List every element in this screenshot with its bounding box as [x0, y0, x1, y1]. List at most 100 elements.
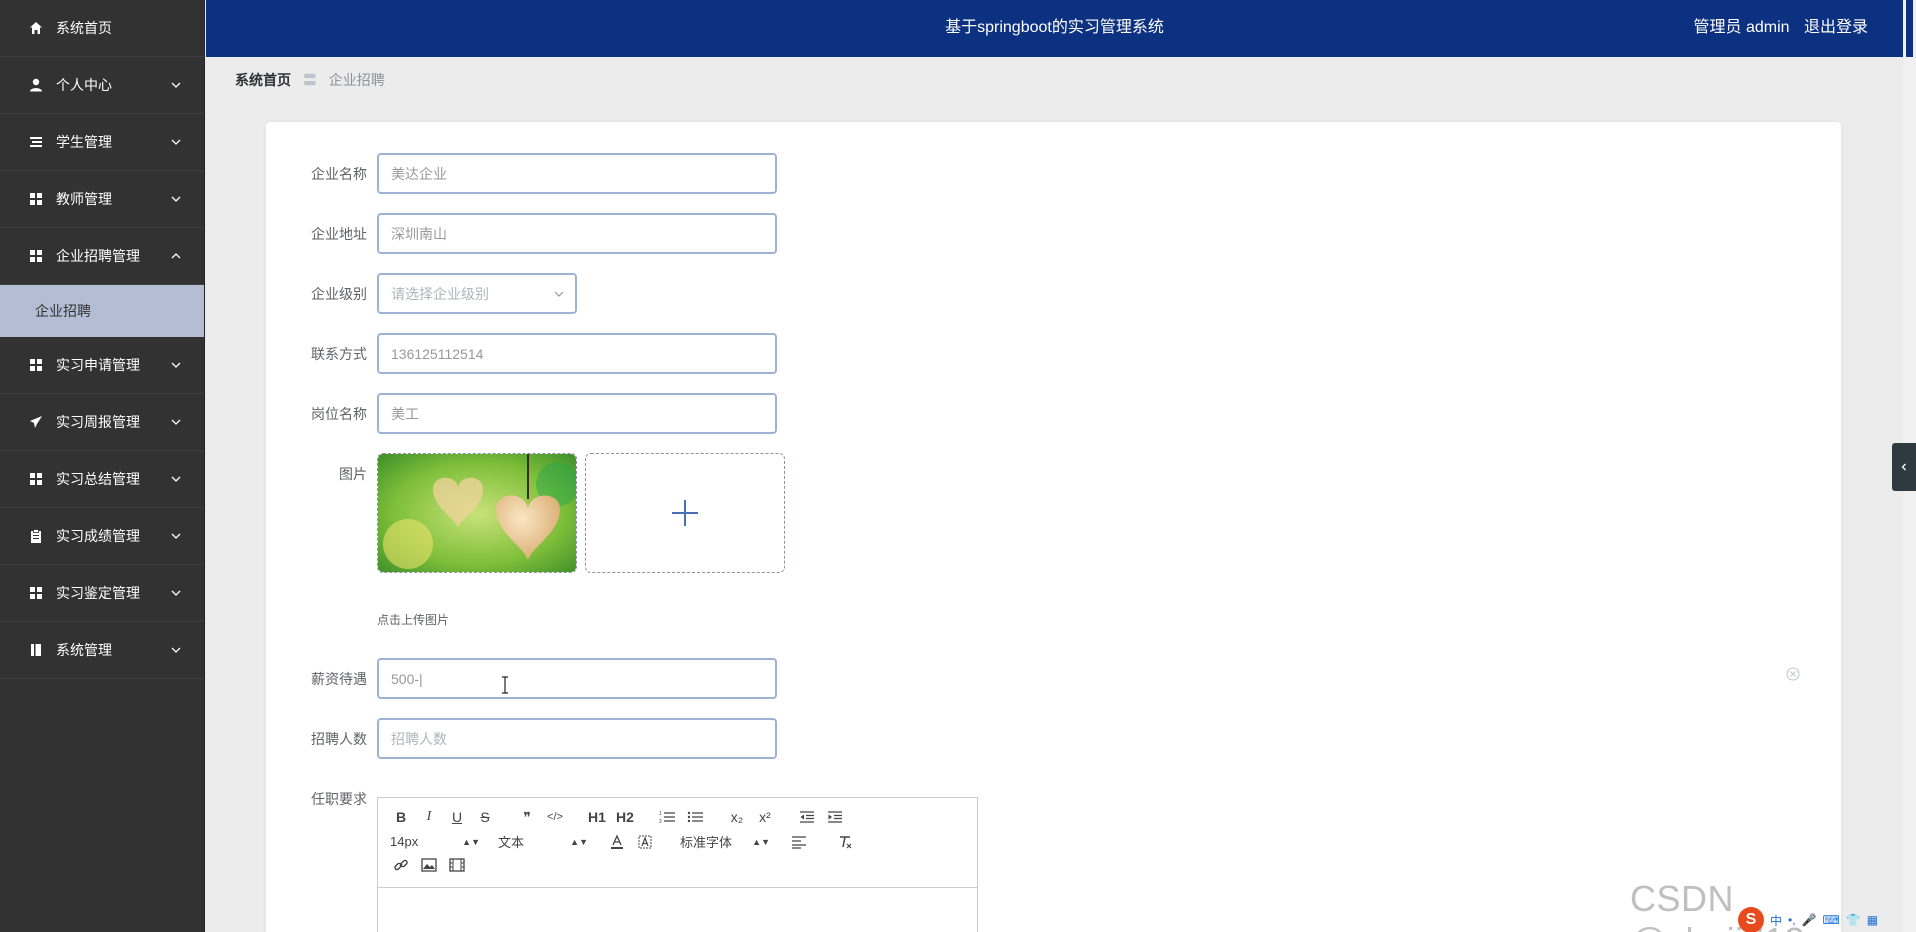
sidebar-item-summary[interactable]: 实习总结管理 [0, 451, 204, 508]
superscript-button[interactable]: x² [754, 808, 776, 826]
bullet-list-button[interactable] [684, 808, 706, 826]
ime-mode-chinese[interactable]: 中 [1770, 912, 1782, 929]
book-icon [28, 642, 44, 658]
underline-button[interactable]: U [446, 808, 468, 826]
h1-button[interactable]: H1 [586, 808, 608, 826]
chevron-down-icon [171, 196, 181, 202]
sidebar-item-recruitment[interactable]: 企业招聘管理 [0, 228, 204, 285]
bold-button[interactable]: B [390, 808, 412, 826]
sidebar-item-grades[interactable]: 实习成绩管理 [0, 508, 204, 565]
company-address-input[interactable]: 深圳南山 [377, 213, 777, 254]
sidebar-item-weekly-report[interactable]: 实习周报管理 [0, 394, 204, 451]
microphone-icon[interactable]: 🎤 [1802, 913, 1817, 927]
bullet-list-icon [687, 811, 703, 823]
sidebar-item-personal[interactable]: 个人中心 [0, 57, 204, 114]
position-input[interactable]: 美工 [377, 393, 777, 434]
app-title: 基于springboot的实习管理系统 [945, 19, 1164, 36]
user-area: 管理员 admin 退出登录 [1684, 0, 1869, 57]
sidebar-item-students[interactable]: 学生管理 [0, 114, 204, 171]
align-button[interactable] [788, 833, 810, 851]
rich-text-editor[interactable]: B I U S ❞ </> H1 H2 12 x₂ x² 14px ▲▼ 文本 … [377, 797, 978, 932]
image-label: 图片 [339, 466, 367, 482]
indent-button[interactable] [824, 808, 846, 826]
logout-link[interactable]: 退出登录 [1804, 19, 1868, 36]
link-icon [394, 859, 408, 871]
sidebar-subitem-recruitment[interactable]: 企业招聘 [0, 285, 204, 337]
company-name-input[interactable]: 美达企业 [377, 153, 777, 194]
h2-button[interactable]: H2 [614, 808, 636, 826]
sidebar: 系统首页 个人中心 学生管理 教师管理 企业招聘管理 企业招聘 实习申请管理 实… [0, 0, 205, 932]
font-color-button[interactable] [606, 833, 628, 851]
contact-input[interactable]: 136125112514 [377, 333, 777, 374]
chevron-down-icon [171, 419, 181, 425]
uploaded-image[interactable] [377, 453, 577, 573]
grid-icon [28, 191, 44, 207]
headcount-input[interactable]: 招聘人数 [377, 718, 777, 759]
clear-format-button[interactable] [834, 833, 856, 851]
sidebar-subitem-label: 企业招聘 [35, 303, 91, 319]
video-button[interactable] [446, 856, 468, 874]
breadcrumb-home[interactable]: 系统首页 [235, 72, 291, 88]
headcount-label: 招聘人数 [311, 731, 367, 747]
image-button[interactable] [418, 856, 440, 874]
svg-text:1: 1 [659, 811, 662, 817]
user-role: 管理员 admin [1693, 19, 1790, 36]
scrollbar-thumb[interactable] [1906, 0, 1913, 57]
position-label: 岗位名称 [311, 406, 367, 422]
align-left-icon [792, 835, 806, 849]
requirements-label: 任职要求 [311, 791, 367, 807]
sidebar-item-home[interactable]: 系统首页 [0, 0, 204, 57]
format-value: 文本 [498, 835, 525, 850]
skin-icon[interactable]: 👕 [1846, 913, 1861, 927]
font-size-select[interactable]: 14px ▲▼ [390, 834, 480, 849]
side-collapse-tab[interactable] [1892, 443, 1916, 491]
company-level-label: 企业级别 [311, 286, 367, 302]
ordered-list-button[interactable]: 12 [656, 808, 678, 826]
sidebar-item-system[interactable]: 系统管理 [0, 622, 204, 679]
format-select[interactable]: 文本 ▲▼ [498, 832, 588, 851]
sidebar-item-label: 学生管理 [56, 134, 112, 150]
person-icon [28, 77, 44, 93]
link-button[interactable] [390, 856, 412, 874]
clear-format-icon [840, 835, 852, 848]
updown-icon: ▲▼ [570, 836, 588, 847]
sogou-logo[interactable]: S [1738, 907, 1764, 932]
grid-icon [28, 471, 44, 487]
italic-button[interactable]: I [418, 808, 440, 826]
background-color-button[interactable] [634, 833, 656, 851]
company-name-label: 企业名称 [311, 166, 367, 182]
sidebar-item-label: 企业招聘管理 [56, 248, 140, 264]
plus-icon [672, 500, 698, 526]
toolbox-icon[interactable]: ▦ [1867, 913, 1878, 927]
strike-button[interactable]: S [474, 808, 496, 826]
home-icon [28, 20, 44, 36]
updown-icon: ▲▼ [462, 836, 480, 847]
outdent-button[interactable] [796, 808, 818, 826]
keyboard-icon[interactable]: ⌨ [1823, 913, 1840, 927]
sidebar-item-teachers[interactable]: 教师管理 [0, 171, 204, 228]
sidebar-item-label: 教师管理 [56, 191, 112, 207]
breadcrumb-separator: 〓 [302, 72, 317, 88]
ime-tray: S 中 •, 🎤 ⌨ 👕 ▦ [1738, 907, 1878, 932]
sidebar-item-label: 实习周报管理 [56, 414, 140, 430]
clear-icon[interactable] [1786, 667, 1800, 681]
contact-label: 联系方式 [311, 346, 367, 362]
heart-photo [378, 454, 576, 572]
code-button[interactable]: </> [544, 808, 566, 826]
sidebar-item-appraisal[interactable]: 实习鉴定管理 [0, 565, 204, 622]
subscript-button[interactable]: x₂ [726, 808, 748, 826]
text-cursor-icon [502, 676, 508, 694]
sidebar-item-internship-apply[interactable]: 实习申请管理 [0, 337, 204, 394]
salary-input[interactable]: 500-| [377, 658, 777, 699]
breadcrumb: 系统首页 〓 企业招聘 [235, 70, 385, 90]
upload-add-button[interactable] [585, 453, 785, 573]
company-level-placeholder: 请选择企业级别 [391, 285, 489, 302]
ime-punctuation-icon[interactable]: •, [1788, 913, 1796, 927]
font-family-select[interactable]: 标准字体 ▲▼ [680, 832, 770, 851]
company-level-select[interactable]: 请选择企业级别 [377, 273, 577, 314]
blockquote-button[interactable]: ❞ [516, 808, 538, 826]
chevron-down-icon [171, 590, 181, 596]
sidebar-item-label: 个人中心 [56, 77, 112, 93]
svg-text:2: 2 [659, 819, 662, 824]
background-color-icon [638, 835, 652, 848]
